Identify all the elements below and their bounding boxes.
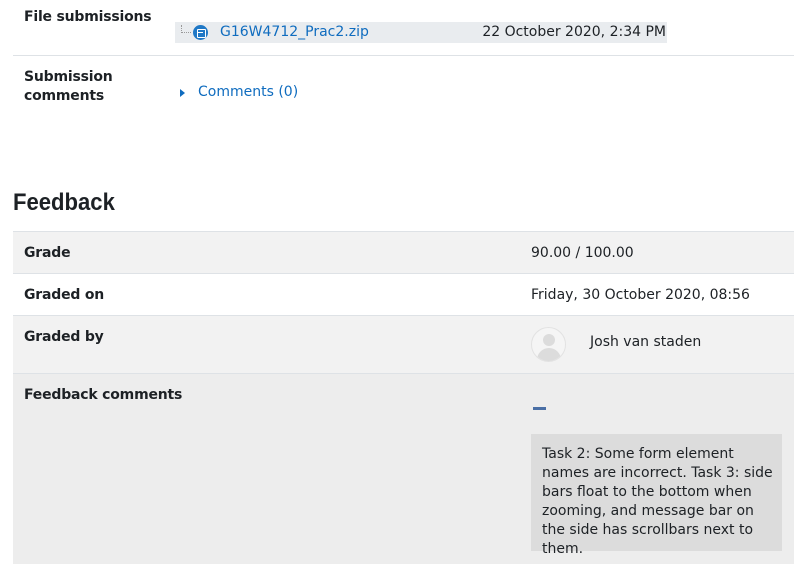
- feedback-heading: Feedback: [13, 189, 115, 216]
- file-submissions-label: File submissions: [24, 9, 152, 25]
- submission-comments-row: Submission comments Comments (0): [13, 56, 794, 118]
- graded-on-row: Graded on Friday, 30 October 2020, 08:56: [13, 273, 794, 315]
- grade-value: 90.00 / 100.00: [531, 245, 634, 261]
- file-download-link[interactable]: G16W4712_Prac2.zip: [220, 23, 369, 42]
- comments-toggle[interactable]: Comments (0): [180, 83, 298, 102]
- file-tree: G16W4712_Prac2.zip 22 October 2020, 2:34…: [175, 22, 667, 43]
- avatar-body-shape: [537, 348, 561, 361]
- graded-on-value: Friday, 30 October 2020, 08:56: [531, 287, 750, 303]
- collapse-minus-icon[interactable]: [533, 407, 546, 410]
- feedback-comment-text: Task 2: Some form element names are inco…: [531, 434, 782, 557]
- file-submission-date: 22 October 2020, 2:34 PM: [482, 24, 666, 40]
- avatar[interactable]: [531, 327, 566, 362]
- tree-connector-line: [181, 25, 191, 33]
- feedback-comments-label: Feedback comments: [24, 387, 183, 403]
- file-submissions-row: File submissions G16W4712_Prac2.zip 22 O…: [13, 0, 794, 56]
- submission-status-table: File submissions G16W4712_Prac2.zip 22 O…: [13, 0, 794, 118]
- graded-by-row: Graded by Josh van staden: [13, 315, 794, 373]
- grader-name[interactable]: Josh van staden: [590, 333, 701, 352]
- graded-by-label: Graded by: [24, 329, 104, 345]
- grade-row: Grade 90.00 / 100.00: [13, 231, 794, 273]
- comments-link[interactable]: Comments (0): [198, 83, 298, 102]
- submission-comments-label: Submission comments: [24, 69, 113, 104]
- feedback-table: Grade 90.00 / 100.00 Graded on Friday, 3…: [13, 231, 794, 564]
- archive-file-icon: [193, 25, 208, 40]
- feedback-comments-row: Feedback comments Task 2: Some form elem…: [13, 373, 794, 564]
- caret-right-icon[interactable]: [180, 88, 185, 97]
- grade-label: Grade: [24, 245, 71, 261]
- avatar-head-shape: [543, 334, 555, 346]
- graded-on-label: Graded on: [24, 287, 105, 303]
